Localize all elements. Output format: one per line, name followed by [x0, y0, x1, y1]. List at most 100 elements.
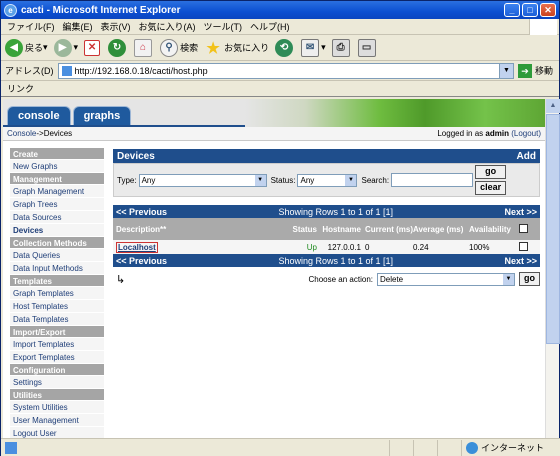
menu-edit[interactable]: 編集(E): [63, 20, 93, 33]
sidebar-item-data-sources[interactable]: Data Sources: [10, 211, 104, 224]
status-label: Status:: [270, 175, 296, 185]
refresh-button[interactable]: ↻: [108, 38, 128, 57]
chevron-down-icon: ▼: [345, 174, 357, 186]
type-label: Type:: [117, 175, 137, 185]
next-link[interactable]: Next >>: [504, 256, 537, 266]
sidebar-item-graph-management[interactable]: Graph Management: [10, 185, 104, 198]
menu-help[interactable]: ヘルプ(H): [250, 20, 290, 33]
print-button[interactable]: ⎙: [331, 38, 352, 57]
search-button[interactable]: ⚲ 検索: [160, 38, 198, 57]
breadcrumb: Console -> Devices Logged in as admin (L…: [3, 127, 545, 141]
sidebar-item-new-graphs[interactable]: New Graphs: [10, 160, 104, 173]
favorites-button[interactable]: ★ お気に入り: [204, 39, 269, 57]
action-go-button[interactable]: go: [519, 272, 540, 286]
type-select[interactable]: Any ▼: [138, 173, 267, 187]
sidebar-item-host-templates[interactable]: Host Templates: [10, 300, 104, 313]
scroll-thumb[interactable]: [546, 114, 560, 344]
status-select[interactable]: Any ▼: [297, 173, 358, 187]
login-status: Logged in as admin (Logout): [437, 129, 541, 138]
device-status: Up: [306, 242, 317, 252]
sidebar-item-graph-trees[interactable]: Graph Trees: [10, 198, 104, 211]
header-hostname[interactable]: Hostname: [317, 225, 361, 234]
back-arrow-icon: ◀: [5, 38, 23, 57]
add-device-link[interactable]: Add: [517, 151, 536, 162]
side-navigation: Create New Graphs Management Graph Manageme…: [10, 148, 104, 438]
next-link[interactable]: Next >>: [504, 207, 537, 217]
address-dropdown-icon[interactable]: ▼: [498, 63, 513, 78]
device-link[interactable]: Localhost: [116, 241, 158, 253]
ie-icon: e: [4, 3, 17, 17]
go-arrow-icon[interactable]: ➔: [517, 63, 532, 78]
device-average: 0.24: [413, 242, 429, 252]
edit-button[interactable]: ▭: [357, 38, 378, 57]
sidebar-item-import-templates[interactable]: Import Templates: [10, 338, 104, 351]
breadcrumb-current: Devices: [43, 129, 73, 138]
sidebar-item-settings[interactable]: Settings: [10, 376, 104, 389]
logout-link[interactable]: (Logout): [511, 129, 541, 138]
go-label[interactable]: 移動: [535, 64, 553, 77]
favorites-label: お気に入り: [224, 43, 270, 53]
sidebar-item-graph-templates[interactable]: Graph Templates: [10, 287, 104, 300]
sidebar-item-data-input-methods[interactable]: Data Input Methods: [10, 262, 104, 275]
sidebar-item-data-templates[interactable]: Data Templates: [10, 313, 104, 326]
sidebar-section-utilities: Utilities: [10, 389, 104, 401]
login-prefix: Logged in as: [437, 129, 486, 138]
window-title: cacti - Microsoft Internet Explorer: [21, 4, 181, 16]
toolbar: ◀ 戻る ▾ ▶ ▾ ✕ ↻ ⌂ ⚲ 検索 ★ お気に入り ⟲ ✉ ▾ ⎙ ▭: [1, 35, 559, 61]
sidebar-item-data-queries[interactable]: Data Queries: [10, 249, 104, 262]
rows-showing: Showing Rows 1 to 1 of 1 [1]: [278, 255, 394, 266]
back-button[interactable]: ◀ 戻る ▾: [5, 38, 48, 57]
windows-logo: [529, 19, 557, 35]
menu-favorites[interactable]: お気に入り(A): [139, 20, 196, 33]
chevron-down-icon: ▼: [254, 174, 266, 186]
home-button[interactable]: ⌂: [134, 38, 154, 57]
address-bar: アドレス(D) http://192.168.0.18/cacti/host.p…: [1, 61, 559, 81]
header-artwork: [245, 99, 545, 127]
header-status[interactable]: Status: [291, 225, 317, 234]
edit-icon: ▭: [357, 38, 376, 57]
history-button[interactable]: ⟲: [275, 38, 295, 57]
header-average[interactable]: Average (ms): [413, 225, 469, 234]
pager-top: << Previous Showing Rows 1 to 1 of 1 [1]…: [113, 205, 540, 218]
minimize-button[interactable]: _: [504, 3, 520, 17]
row-checkbox[interactable]: [519, 241, 528, 251]
vertical-scrollbar[interactable]: ▲: [545, 99, 560, 438]
print-icon: ⎙: [331, 38, 350, 57]
forward-button[interactable]: ▶ ▾: [53, 38, 78, 57]
select-all-checkbox[interactable]: [519, 223, 528, 233]
previous-link[interactable]: << Previous: [116, 256, 167, 266]
browser-window: e cacti - Microsoft Internet Explorer _ …: [0, 0, 560, 456]
tab-graphs[interactable]: graphs: [72, 106, 132, 125]
menu-view[interactable]: 表示(V): [101, 20, 131, 33]
links-label[interactable]: リンク: [7, 82, 34, 95]
tab-console[interactable]: console: [7, 106, 71, 125]
header-description[interactable]: Description**: [113, 225, 291, 234]
menu-bar: ファイル(F) 編集(E) 表示(V) お気に入り(A) ツール(T) ヘルプ(…: [1, 19, 559, 35]
sidebar-item-system-utilities[interactable]: System Utilities: [10, 401, 104, 414]
stop-button[interactable]: ✕: [84, 39, 102, 56]
sidebar-item-export-templates[interactable]: Export Templates: [10, 351, 104, 364]
filter-go-button[interactable]: go: [475, 165, 507, 179]
breadcrumb-separator: ->: [36, 129, 44, 138]
forward-arrow-icon: ▶: [53, 38, 72, 57]
header-availability[interactable]: Availability: [469, 225, 519, 234]
filter-clear-button[interactable]: clear: [475, 181, 507, 195]
menu-tools[interactable]: ツール(T): [204, 20, 243, 33]
sidebar-item-user-management[interactable]: User Management: [10, 414, 104, 427]
mail-button[interactable]: ✉ ▾: [301, 38, 326, 57]
previous-link[interactable]: << Previous: [116, 207, 167, 217]
search-input[interactable]: [391, 173, 474, 187]
action-select[interactable]: Delete ▼: [377, 272, 515, 286]
sidebar-item-logout-user[interactable]: Logout User: [10, 427, 104, 438]
breadcrumb-console[interactable]: Console: [7, 129, 36, 138]
back-label: 戻る: [25, 43, 44, 53]
maximize-button[interactable]: □: [522, 3, 538, 17]
sidebar-section-configuration: Configuration: [10, 364, 104, 376]
header-current[interactable]: Current (ms): [361, 225, 413, 234]
sidebar-item-devices[interactable]: Devices: [10, 224, 104, 237]
scroll-up-icon[interactable]: ▲: [546, 99, 560, 113]
close-button[interactable]: ✕: [540, 3, 556, 17]
address-input[interactable]: http://192.168.0.18/cacti/host.php ▼: [57, 62, 514, 79]
menu-file[interactable]: ファイル(F): [7, 20, 55, 33]
cacti-header: console graphs: [3, 99, 545, 127]
